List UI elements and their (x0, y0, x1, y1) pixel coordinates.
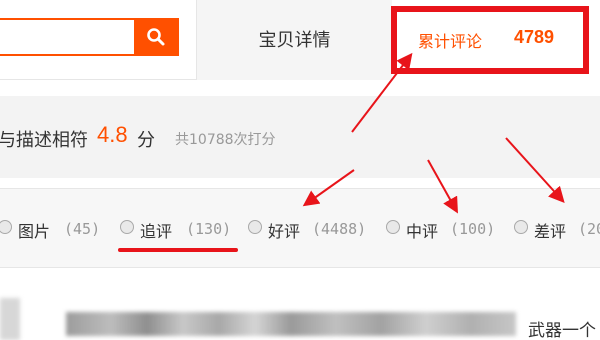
search-button[interactable] (134, 18, 179, 56)
filter-label: 图片 (18, 222, 51, 241)
tab-item-detail[interactable]: 宝贝详情 (197, 0, 392, 80)
filter-label: 追评 (140, 222, 173, 241)
filter-label: 好评 (268, 222, 301, 241)
filter-count: (130) (186, 220, 232, 238)
filter-count: (45) (64, 220, 101, 238)
filter-label: 中评 (406, 222, 439, 241)
filter-label: 差评 (534, 222, 567, 241)
radio-icon[interactable] (386, 220, 400, 234)
rating-score: 4.8 (97, 122, 128, 147)
radio-icon[interactable] (120, 220, 134, 234)
filter-count: (4488) (312, 220, 367, 238)
search-icon (147, 28, 165, 46)
radio-icon[interactable] (514, 220, 528, 234)
filter-count: (100) (450, 220, 496, 238)
radio-icon[interactable] (248, 220, 262, 234)
rating-strip (0, 96, 600, 178)
annotation-underline (118, 248, 238, 252)
rating-unit: 分 (137, 130, 155, 151)
filter-count: (20 (578, 220, 600, 238)
tab-detail-label: 宝贝详情 (258, 30, 331, 51)
rating-count: 共10788次打分 (175, 132, 276, 148)
rating-description: 与描述相符 (0, 130, 88, 151)
review-avatar (0, 298, 20, 340)
annotation-highlight-box (391, 6, 589, 74)
review-text-blurred (66, 312, 516, 336)
search-input[interactable] (0, 18, 136, 56)
review-snippet: 武器一个 (528, 321, 596, 340)
